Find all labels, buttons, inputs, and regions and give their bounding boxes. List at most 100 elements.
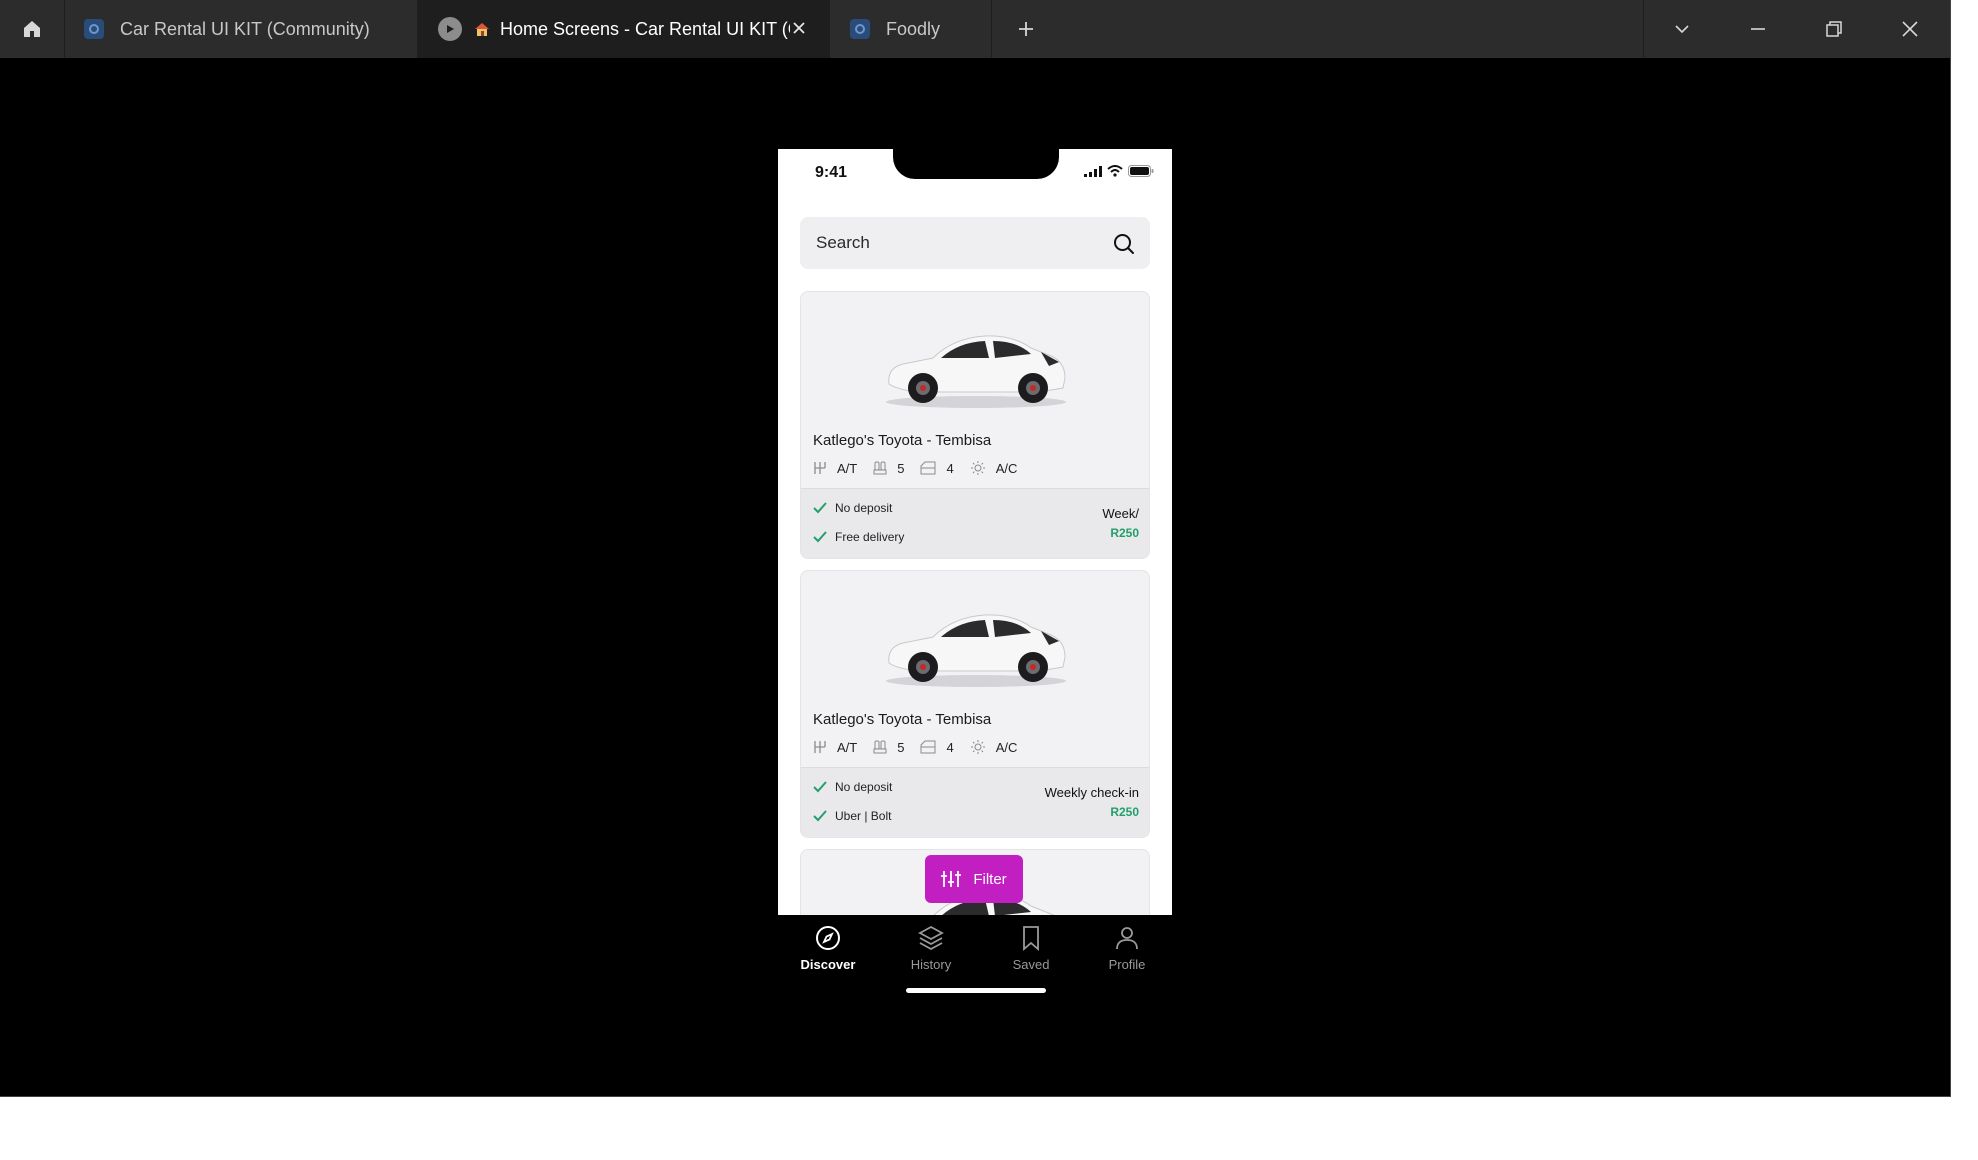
search-icon[interactable] — [1112, 232, 1136, 256]
phone-frame: 9:41 Search Katlego's Toyota - Tembisa A… — [778, 149, 1172, 1003]
car-image — [886, 335, 1066, 408]
layers-icon — [918, 925, 944, 951]
price-value: R250 — [1110, 805, 1139, 819]
price-period: Week/ — [1102, 506, 1139, 521]
feature-item: No deposit — [813, 780, 892, 794]
check-icon — [813, 531, 827, 543]
card-footer: No deposit Uber | Bolt Weekly check-in R… — [801, 767, 1149, 837]
user-icon — [1116, 927, 1138, 950]
search-input[interactable]: Search — [800, 217, 1150, 269]
figma-file-icon — [84, 19, 104, 39]
filter-label: Filter — [973, 870, 1007, 888]
seat-icon — [873, 461, 887, 475]
restore-button[interactable] — [1796, 0, 1872, 58]
spec-value: 5 — [897, 460, 905, 476]
spec-value: 4 — [946, 460, 954, 476]
spec-transmission: A/T — [813, 740, 857, 755]
tabs-dropdown-button[interactable] — [1644, 0, 1720, 58]
feature-label: Uber | Bolt — [835, 809, 892, 823]
feature-item: Free delivery — [813, 530, 904, 544]
spec-climate: A/C — [970, 460, 1018, 476]
bookmark-icon — [1023, 926, 1039, 951]
sliders-icon — [941, 871, 962, 887]
battery-icon — [1128, 165, 1154, 177]
door-icon — [920, 740, 936, 754]
check-icon — [813, 810, 827, 822]
spec-value: A/T — [837, 739, 858, 755]
gear-shift-icon — [814, 741, 826, 753]
app-window: Car Rental UI KIT (Community) Home Scree… — [0, 0, 1951, 1097]
minimize-icon — [1751, 28, 1765, 30]
plus-icon — [1019, 22, 1033, 36]
tab-label: Home Screens - Car Rental UI KIT (C — [500, 18, 790, 39]
phone-notch — [893, 149, 1059, 179]
nav-profile[interactable]: Profile — [1087, 925, 1167, 972]
check-icon — [813, 502, 827, 514]
check-icon — [813, 781, 827, 793]
restore-icon — [1826, 21, 1842, 37]
price-value: R250 — [1110, 526, 1139, 540]
play-icon — [438, 17, 462, 41]
nav-saved[interactable]: Saved — [991, 925, 1071, 972]
feature-item: No deposit — [813, 501, 892, 515]
tab-label: Car Rental UI KIT (Community) — [120, 18, 370, 39]
car-title: Katlego's Toyota - Tembisa — [813, 711, 992, 728]
signal-icon — [1084, 165, 1102, 177]
price-period: Weekly check-in — [1044, 785, 1139, 800]
sun-icon — [970, 461, 985, 475]
home-indicator — [906, 988, 1046, 993]
nav-discover[interactable]: Discover — [788, 925, 868, 972]
car-card[interactable]: Katlego's Toyota - Tembisa A/T 5 4 A/C N… — [800, 570, 1150, 838]
compass-icon — [816, 926, 840, 950]
feature-label: No deposit — [835, 780, 893, 794]
search-placeholder: Search — [816, 233, 870, 252]
minimize-button[interactable] — [1720, 0, 1796, 58]
nav-label: Profile — [1108, 957, 1146, 972]
close-tab-icon[interactable] — [791, 20, 807, 36]
bottom-navigation: Discover History Saved Profile — [778, 915, 1172, 1003]
home-icon — [24, 21, 40, 37]
car-specs: A/T 5 4 A/C — [813, 739, 1033, 755]
car-card[interactable]: Katlego's Toyota - Tembisa A/T 5 4 A/C N… — [800, 291, 1150, 559]
gear-shift-icon — [814, 462, 826, 474]
feature-item: Uber | Bolt — [813, 809, 891, 823]
spec-seats: 5 — [873, 461, 904, 476]
new-tab-button[interactable] — [1000, 0, 1052, 58]
spec-transmission: A/T — [813, 461, 857, 476]
spec-value: 5 — [897, 739, 905, 755]
spec-seats: 5 — [873, 740, 904, 755]
figma-file-icon — [850, 19, 870, 39]
house-emoji-icon — [475, 23, 489, 36]
status-icons — [1084, 165, 1154, 177]
nav-history[interactable]: History — [891, 925, 971, 972]
status-time: 9:41 — [815, 164, 848, 181]
nav-label: Discover — [800, 957, 856, 972]
nav-label: History — [910, 957, 952, 972]
feature-label: No deposit — [835, 501, 893, 515]
spec-value: A/T — [837, 460, 858, 476]
tab-foodly[interactable]: Foodly — [830, 0, 992, 58]
tab-car-rental-community[interactable]: Car Rental UI KIT (Community) — [64, 0, 418, 58]
spec-value: A/C — [995, 460, 1018, 476]
spec-doors: 4 — [920, 460, 954, 476]
close-icon — [1902, 21, 1918, 37]
spec-doors: 4 — [920, 740, 954, 755]
car-image — [886, 614, 1066, 687]
car-specs: A/T 5 4 A/C — [813, 460, 1033, 476]
home-button[interactable] — [0, 0, 65, 58]
nav-label: Saved — [1012, 957, 1050, 972]
tab-bar: Car Rental UI KIT (Community) Home Scree… — [0, 0, 1950, 58]
spec-climate: A/C — [970, 739, 1018, 755]
tab-label: Foodly — [886, 18, 941, 39]
card-footer: No deposit Free delivery Week/ R250 — [801, 488, 1149, 558]
feature-label: Free delivery — [835, 530, 905, 544]
chevron-down-icon — [1675, 25, 1689, 34]
wifi-icon — [1107, 165, 1123, 177]
tab-home-screens[interactable]: Home Screens - Car Rental UI KIT (C — [418, 0, 830, 58]
car-title: Katlego's Toyota - Tembisa — [813, 432, 992, 449]
seat-icon — [873, 740, 887, 754]
spec-value: A/C — [995, 739, 1018, 755]
filter-button[interactable]: Filter — [925, 855, 1023, 903]
close-window-button[interactable] — [1872, 0, 1948, 58]
sun-icon — [970, 740, 985, 754]
